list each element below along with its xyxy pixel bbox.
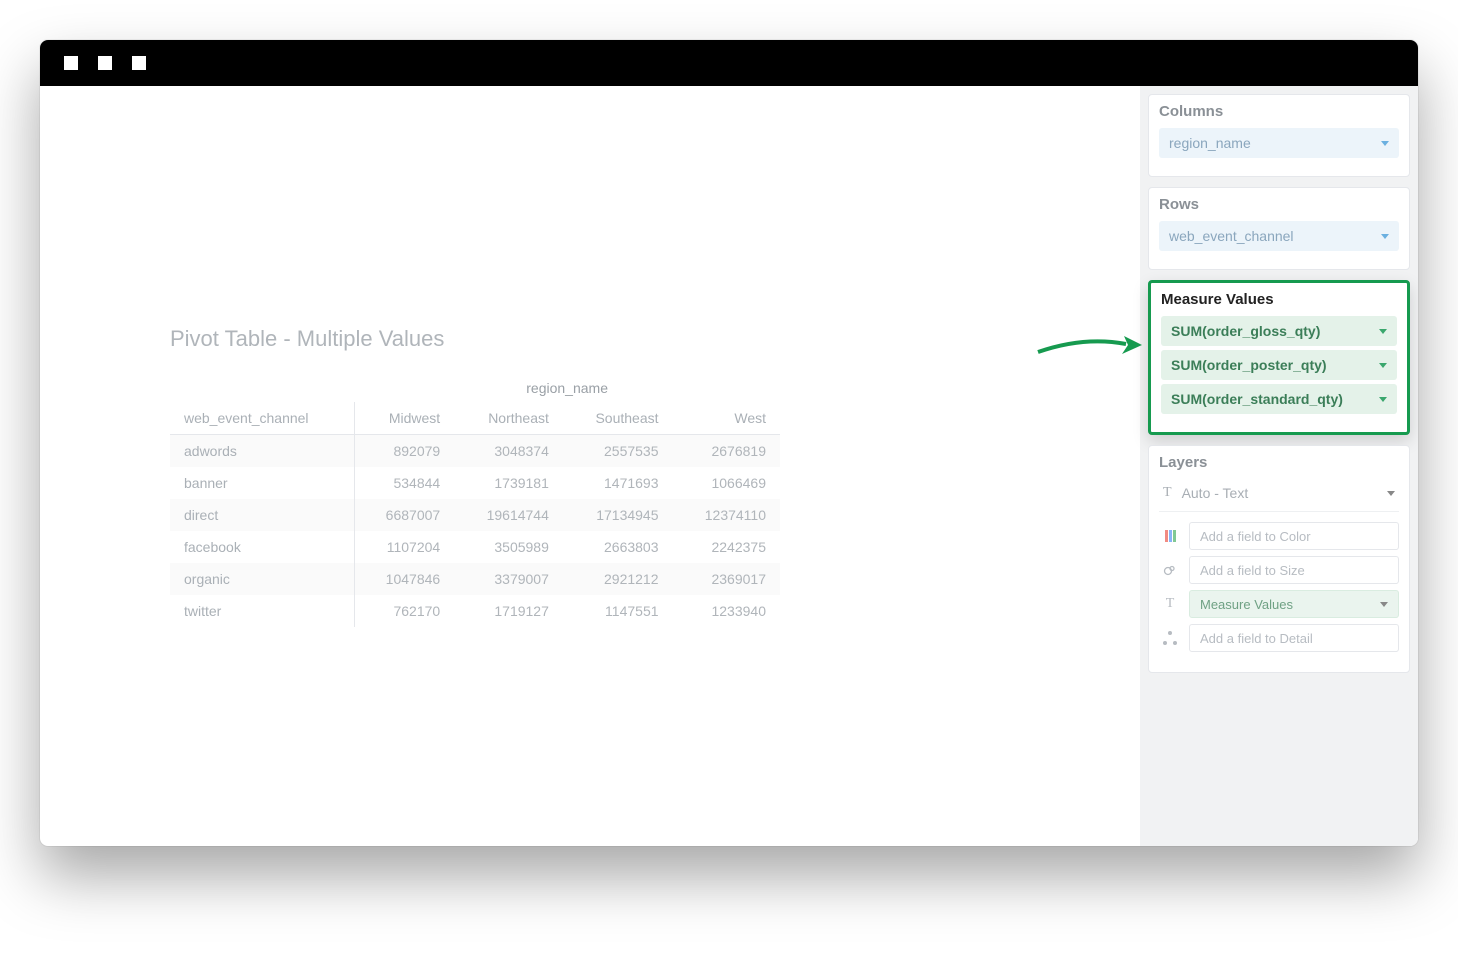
cell: 1233940 bbox=[673, 595, 780, 627]
table-row: adwords892079304837425575352676819 bbox=[170, 435, 780, 468]
pill-label: SUM(order_gloss_qty) bbox=[1171, 323, 1320, 339]
cell: 19614744 bbox=[454, 499, 563, 531]
pill-label: web_event_channel bbox=[1169, 228, 1294, 244]
col-header: Northeast bbox=[454, 402, 563, 435]
row-label: organic bbox=[170, 563, 354, 595]
columns-panel-title: Columns bbox=[1159, 103, 1399, 120]
caret-down-icon bbox=[1381, 141, 1389, 146]
caret-down-icon bbox=[1379, 397, 1387, 402]
size-field[interactable]: Add a field to Size bbox=[1189, 556, 1399, 584]
rows-pill[interactable]: web_event_channel bbox=[1159, 221, 1399, 251]
table-title: Pivot Table - Multiple Values bbox=[170, 326, 780, 352]
window-control-1[interactable] bbox=[64, 56, 78, 70]
cell: 3505989 bbox=[454, 531, 563, 563]
measure-pill[interactable]: SUM(order_standard_qty) bbox=[1161, 384, 1397, 414]
cell: 1739181 bbox=[454, 467, 563, 499]
table-row: facebook1107204350598926638032242375 bbox=[170, 531, 780, 563]
row-label: twitter bbox=[170, 595, 354, 627]
columns-pill[interactable]: region_name bbox=[1159, 128, 1399, 158]
size-icon bbox=[1159, 563, 1181, 577]
row-label: adwords bbox=[170, 435, 354, 468]
pill-label: SUM(order_standard_qty) bbox=[1171, 391, 1343, 407]
layers-panel: Layers T Auto - Text Add a field to Colo… bbox=[1148, 445, 1410, 673]
cell: 1107204 bbox=[354, 531, 454, 563]
measure-pill[interactable]: SUM(order_poster_qty) bbox=[1161, 350, 1397, 380]
row-label: facebook bbox=[170, 531, 354, 563]
cell: 6687007 bbox=[354, 499, 454, 531]
table-row: banner534844173918114716931066469 bbox=[170, 467, 780, 499]
layer-type-selector[interactable]: T Auto - Text bbox=[1159, 479, 1399, 512]
column-group-label: region_name bbox=[354, 372, 780, 402]
cell: 2663803 bbox=[563, 531, 673, 563]
caret-down-icon bbox=[1379, 363, 1387, 368]
col-header: Midwest bbox=[354, 402, 454, 435]
layers-panel-title: Layers bbox=[1159, 454, 1399, 471]
caret-down-icon bbox=[1387, 491, 1395, 496]
col-header: West bbox=[673, 402, 780, 435]
cell: 2676819 bbox=[673, 435, 780, 468]
placeholder: Add a field to Size bbox=[1200, 563, 1305, 578]
cell: 1147551 bbox=[563, 595, 673, 627]
cell: 17134945 bbox=[563, 499, 673, 531]
measure-values-title: Measure Values bbox=[1161, 291, 1397, 308]
columns-panel: Columns region_name bbox=[1148, 94, 1410, 177]
row-label: banner bbox=[170, 467, 354, 499]
app-window: Pivot Table - Multiple Values region_nam… bbox=[40, 40, 1418, 846]
rows-panel-title: Rows bbox=[1159, 196, 1399, 213]
cell: 3379007 bbox=[454, 563, 563, 595]
cell: 534844 bbox=[354, 467, 454, 499]
caret-down-icon bbox=[1380, 602, 1388, 607]
layer-auto-label: Auto - Text bbox=[1182, 485, 1249, 501]
text-icon: T bbox=[1163, 485, 1172, 501]
table-row: direct6687007196147441713494512374110 bbox=[170, 499, 780, 531]
caret-down-icon bbox=[1381, 234, 1389, 239]
window-control-3[interactable] bbox=[132, 56, 146, 70]
table-row: organic1047846337900729212122369017 bbox=[170, 563, 780, 595]
detail-field[interactable]: Add a field to Detail bbox=[1189, 624, 1399, 652]
text-icon: T bbox=[1159, 596, 1181, 612]
pill-label: SUM(order_poster_qty) bbox=[1171, 357, 1327, 373]
sidebar: Columns region_name Rows web_event_chann… bbox=[1140, 86, 1418, 846]
placeholder: Add a field to Color bbox=[1200, 529, 1311, 544]
highlight-arrow-icon bbox=[1034, 330, 1144, 360]
main-canvas: Pivot Table - Multiple Values region_nam… bbox=[40, 86, 1140, 846]
text-field[interactable]: Measure Values bbox=[1189, 590, 1399, 618]
color-field[interactable]: Add a field to Color bbox=[1189, 522, 1399, 550]
cell: 2557535 bbox=[563, 435, 673, 468]
window-titlebar bbox=[40, 40, 1418, 86]
cell: 2921212 bbox=[563, 563, 673, 595]
pivot-table: region_name web_event_channel Midwest No… bbox=[170, 372, 780, 627]
cell: 1066469 bbox=[673, 467, 780, 499]
rows-panel: Rows web_event_channel bbox=[1148, 187, 1410, 270]
measure-pill[interactable]: SUM(order_gloss_qty) bbox=[1161, 316, 1397, 346]
caret-down-icon bbox=[1379, 329, 1387, 334]
cell: 1471693 bbox=[563, 467, 673, 499]
text-field-value: Measure Values bbox=[1200, 597, 1293, 612]
cell: 892079 bbox=[354, 435, 454, 468]
cell: 2369017 bbox=[673, 563, 780, 595]
cell: 3048374 bbox=[454, 435, 563, 468]
row-label: direct bbox=[170, 499, 354, 531]
measure-values-panel: Measure Values SUM(order_gloss_qty) SUM(… bbox=[1148, 280, 1410, 435]
cell: 2242375 bbox=[673, 531, 780, 563]
pill-label: region_name bbox=[1169, 135, 1251, 151]
placeholder: Add a field to Detail bbox=[1200, 631, 1313, 646]
cell: 12374110 bbox=[673, 499, 780, 531]
window-control-2[interactable] bbox=[98, 56, 112, 70]
col-header: Southeast bbox=[563, 402, 673, 435]
cell: 1719127 bbox=[454, 595, 563, 627]
row-header-label: web_event_channel bbox=[170, 402, 354, 435]
color-icon bbox=[1159, 530, 1181, 542]
table-row: twitter762170171912711475511233940 bbox=[170, 595, 780, 627]
cell: 1047846 bbox=[354, 563, 454, 595]
workspace: Pivot Table - Multiple Values region_nam… bbox=[40, 86, 1418, 846]
cell: 762170 bbox=[354, 595, 454, 627]
detail-icon bbox=[1159, 631, 1181, 645]
